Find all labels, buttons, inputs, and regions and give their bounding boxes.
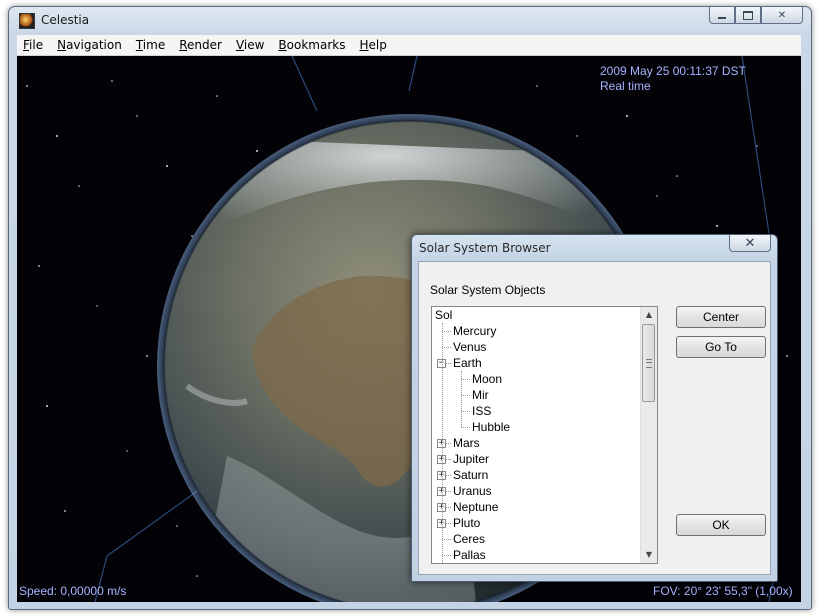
tree-item-mars[interactable]: Mars bbox=[453, 435, 480, 451]
menu-bookmarks[interactable]: Bookmarks bbox=[272, 35, 351, 55]
tree-item-uranus[interactable]: Uranus bbox=[453, 483, 492, 499]
tree-connector bbox=[442, 331, 451, 332]
time-mode-readout: Real time bbox=[600, 79, 651, 93]
menu-navigation[interactable]: Navigation bbox=[51, 35, 128, 55]
solar-system-tree[interactable]: ▲ ▼ Sol Mercury Venus Earth − Moon Mir ISS Hubbl… bbox=[431, 306, 658, 564]
tree-connector bbox=[461, 371, 462, 427]
menu-view[interactable]: View bbox=[230, 35, 270, 55]
fov-readout: FOV: 20° 23' 55,3" (1,00x) bbox=[653, 584, 793, 598]
scroll-up-arrow-icon[interactable]: ▲ bbox=[641, 307, 657, 323]
tree-connector bbox=[461, 395, 470, 396]
ok-button[interactable]: OK bbox=[676, 514, 766, 536]
close-icon: ✕ bbox=[777, 9, 787, 21]
minimize-icon bbox=[718, 16, 726, 19]
maximize-button[interactable] bbox=[735, 7, 761, 24]
menu-label: avigation bbox=[66, 38, 122, 52]
tree-item-pluto[interactable]: Pluto bbox=[453, 515, 480, 531]
tree-scrollbar[interactable]: ▲ ▼ bbox=[640, 307, 657, 563]
tree-connector bbox=[442, 555, 451, 556]
tree-connector bbox=[442, 347, 451, 348]
menu-label: ookmarks bbox=[286, 38, 346, 52]
objects-group-label: Solar System Objects bbox=[430, 283, 546, 297]
menu-accelerator: H bbox=[359, 38, 369, 52]
tree-connector bbox=[442, 539, 451, 540]
dialog-title: Solar System Browser bbox=[419, 241, 551, 255]
tree-connector bbox=[461, 427, 470, 428]
menu-label: ile bbox=[29, 38, 44, 52]
menu-accelerator: R bbox=[179, 38, 188, 52]
tree-item-pallas[interactable]: Pallas bbox=[453, 547, 486, 563]
tree-connector bbox=[461, 379, 470, 380]
menu-label: iew bbox=[243, 38, 265, 52]
tree-connector bbox=[442, 323, 443, 563]
tree-item-earth[interactable]: Earth bbox=[453, 355, 482, 371]
menu-accelerator: V bbox=[235, 38, 244, 52]
tree-item-sol[interactable]: Sol bbox=[435, 307, 452, 323]
minimize-button[interactable] bbox=[709, 7, 735, 24]
tree-item-ceres[interactable]: Ceres bbox=[453, 531, 485, 547]
tree-item-saturn[interactable]: Saturn bbox=[453, 467, 488, 483]
scrollbar-grip-icon bbox=[646, 359, 652, 368]
menu-help[interactable]: Help bbox=[353, 35, 392, 55]
center-button[interactable]: Center bbox=[676, 306, 766, 328]
menu-bar: File Navigation Time Render View Bookmarks Hel… bbox=[17, 35, 801, 56]
speed-readout: Speed: 0,00000 m/s bbox=[19, 584, 127, 598]
menu-label: elp bbox=[368, 38, 387, 52]
menu-accelerator: N bbox=[57, 38, 67, 52]
tree-item-neptune[interactable]: Neptune bbox=[453, 499, 498, 515]
dialog-client-area: Solar System Objects ▲ ▼ Sol Mercury Venus… bbox=[418, 261, 771, 575]
celestia-app-icon bbox=[19, 13, 35, 29]
close-icon: ✕ bbox=[744, 235, 756, 251]
maximize-icon bbox=[743, 10, 753, 20]
tree-item-mir[interactable]: Mir bbox=[472, 387, 489, 403]
solar-system-browser-dialog: Solar System Browser ✕ Solar System Obje… bbox=[411, 234, 778, 582]
menu-label: ime bbox=[142, 38, 166, 52]
caption-buttons: ✕ bbox=[709, 7, 803, 25]
menu-render[interactable]: Render bbox=[173, 35, 228, 55]
window-title: Celestia bbox=[41, 13, 90, 27]
scrollbar-thumb[interactable] bbox=[642, 324, 655, 402]
dialog-close-button[interactable]: ✕ bbox=[729, 235, 771, 252]
tree-item-hubble[interactable]: Hubble bbox=[472, 419, 510, 435]
title-bar[interactable]: Celestia ✕ bbox=[9, 7, 811, 35]
tree-connector bbox=[461, 411, 470, 412]
tree-item-moon[interactable]: Moon bbox=[472, 371, 502, 387]
scroll-down-arrow-icon[interactable]: ▼ bbox=[641, 547, 657, 563]
tree-item-jupiter[interactable]: Jupiter bbox=[453, 451, 489, 467]
menu-accelerator: T bbox=[135, 38, 143, 52]
tree-item-mercury[interactable]: Mercury bbox=[453, 323, 496, 339]
datetime-readout: 2009 May 25 00:11:37 DST bbox=[600, 64, 746, 78]
tree-item-iss[interactable]: ISS bbox=[472, 403, 491, 419]
tree-item-venus[interactable]: Venus bbox=[453, 339, 486, 355]
menu-file[interactable]: File bbox=[17, 35, 49, 55]
menu-label: ender bbox=[187, 38, 222, 52]
menu-time[interactable]: Time bbox=[130, 35, 171, 55]
close-button[interactable]: ✕ bbox=[761, 7, 803, 24]
goto-button[interactable]: Go To bbox=[676, 336, 766, 358]
menu-accelerator: B bbox=[278, 38, 287, 52]
